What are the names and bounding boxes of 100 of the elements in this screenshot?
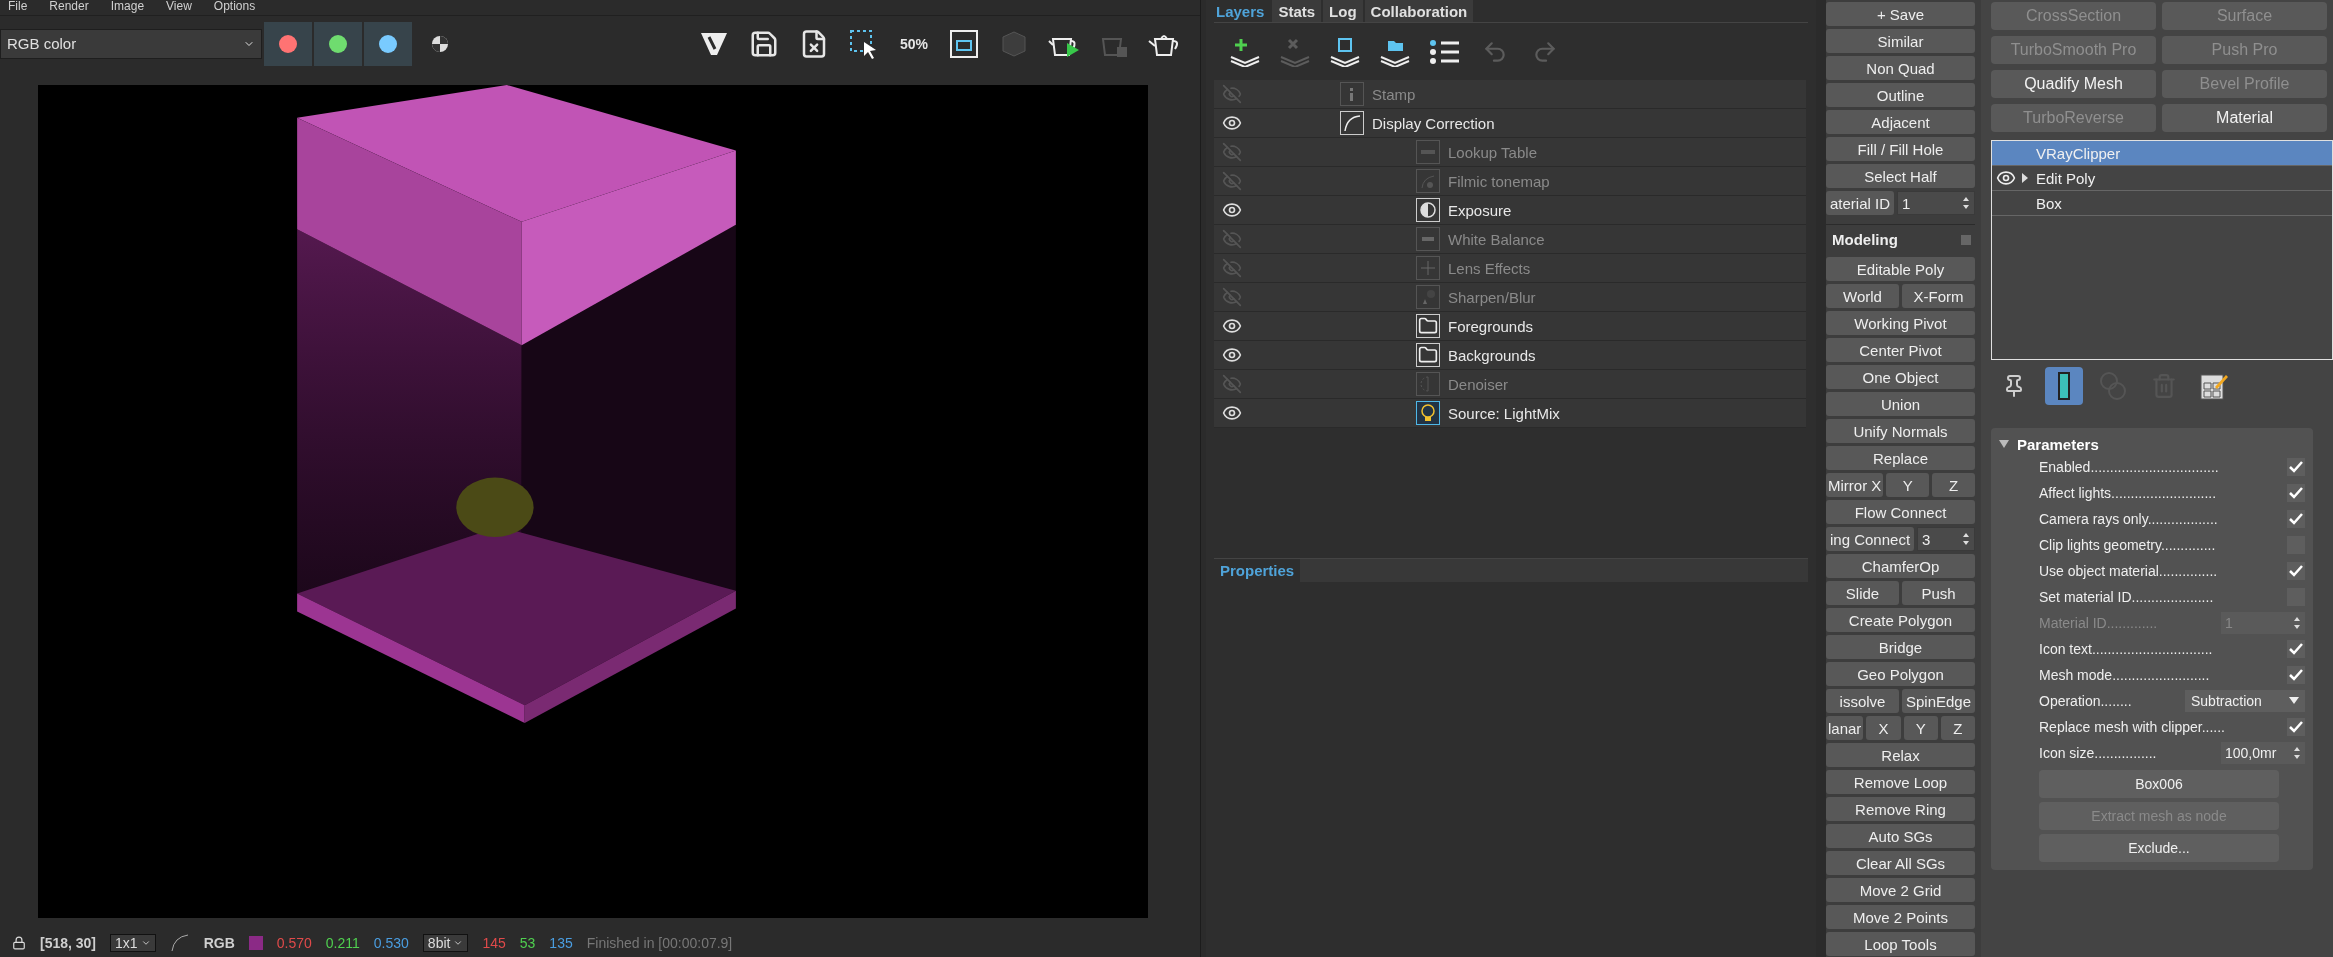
tool-button[interactable]: SpinEdge — [1902, 689, 1975, 713]
modifier-button[interactable]: Quadify Mesh — [1991, 70, 2156, 98]
curve-icon[interactable] — [169, 933, 190, 954]
panel-tab[interactable]: Log — [1323, 0, 1363, 22]
tool-button[interactable]: Create Polygon — [1826, 608, 1975, 632]
tool-button[interactable]: Unify Normals — [1826, 419, 1975, 443]
rollout-title[interactable]: Parameters — [2017, 435, 2099, 453]
channel-dropdown[interactable]: RGB color — [0, 28, 262, 59]
dropdown[interactable]: Subtraction — [2185, 690, 2305, 712]
bit-depth-dropdown[interactable]: 8bit — [422, 934, 469, 953]
number-field[interactable]: 100,0mr — [2221, 742, 2305, 764]
tool-button[interactable]: Adjacent — [1826, 110, 1975, 134]
tool-button[interactable]: Remove Ring — [1826, 797, 1975, 821]
collapse-arrow-icon[interactable] — [1999, 440, 2009, 448]
tool-button[interactable]: Remove Loop — [1826, 770, 1975, 794]
tool-button[interactable]: Center Pivot — [1826, 338, 1975, 362]
checkbox[interactable] — [2287, 718, 2305, 736]
menu-item[interactable]: Options — [213, 0, 256, 12]
tool-button[interactable]: Mirror X — [1826, 473, 1884, 497]
layer-row[interactable]: Source: LightMix — [1214, 399, 1806, 428]
checkbox[interactable] — [2287, 510, 2305, 528]
panel-tab[interactable]: Stats — [1272, 0, 1322, 22]
section-title[interactable]: Modeling — [1832, 231, 1898, 248]
tool-button[interactable]: issolve — [1826, 689, 1899, 713]
grip-icon[interactable] — [1961, 234, 1971, 245]
tool-button[interactable]: Z — [1940, 716, 1975, 740]
channel-button[interactable] — [364, 21, 412, 66]
parameter-button[interactable]: Box006 — [2039, 770, 2279, 798]
tool-button[interactable]: Clear All SGs — [1826, 851, 1975, 875]
menu-item[interactable]: Image — [110, 0, 145, 12]
layer-row[interactable]: Exposure — [1214, 196, 1806, 225]
number-field[interactable]: 3 — [1917, 527, 1975, 551]
modifier-button[interactable]: Material — [2162, 104, 2327, 132]
tool-button[interactable]: ChamferOp — [1826, 554, 1975, 578]
checkbox[interactable] — [2287, 666, 2305, 684]
tool-button[interactable]: Union — [1826, 392, 1975, 416]
tool-button[interactable]: Fill / Fill Hole — [1826, 137, 1975, 161]
tool-button[interactable]: Auto SGs — [1826, 824, 1975, 848]
tool-button[interactable]: Flow Connect — [1826, 500, 1975, 524]
tool-button[interactable]: X — [1866, 716, 1901, 740]
layer-row[interactable]: Foregrounds — [1214, 312, 1806, 341]
checkbox[interactable] — [2287, 458, 2305, 476]
tool-button[interactable]: World — [1826, 284, 1899, 308]
menu-item[interactable]: View — [166, 0, 192, 12]
layer-row[interactable]: Filmic tonemap — [1214, 167, 1806, 196]
checkbox[interactable] — [2287, 640, 2305, 658]
updown-arrows-icon[interactable] — [2293, 616, 2301, 630]
expand-arrow-icon[interactable] — [2022, 173, 2028, 183]
stack-row[interactable]: Edit Poly — [1992, 166, 2332, 191]
stack-row[interactable]: Box — [1992, 191, 2332, 216]
tool-button[interactable]: Relax — [1826, 743, 1975, 767]
lock-icon[interactable] — [12, 936, 26, 951]
tool-button[interactable]: One Object — [1826, 365, 1975, 389]
tool-button[interactable]: Bridge — [1826, 635, 1975, 659]
tool-button[interactable]: Push — [1902, 581, 1975, 605]
menu-item[interactable]: File — [8, 0, 28, 12]
layer-row[interactable]: Backgrounds — [1214, 341, 1806, 370]
tool-button[interactable]: Z — [1932, 473, 1975, 497]
layer-row[interactable]: White Balance — [1214, 225, 1806, 254]
parameter-button[interactable]: Exclude... — [2039, 834, 2279, 862]
updown-arrows-icon[interactable] — [2293, 746, 2301, 760]
panel-tab[interactable]: Collaboration — [1364, 0, 1474, 22]
tool-button[interactable]: Move 2 Points — [1826, 905, 1975, 929]
layer-row[interactable]: Lookup Table — [1214, 138, 1806, 167]
channel-button[interactable] — [264, 21, 312, 66]
eye-icon[interactable] — [1996, 168, 2016, 188]
tool-button[interactable]: Similar — [1826, 29, 1975, 53]
tool-button[interactable]: + Save — [1826, 2, 1975, 26]
tool-button[interactable]: Replace — [1826, 446, 1975, 470]
tool-button[interactable]: Loop Tools — [1826, 932, 1975, 956]
show-end-button[interactable] — [2045, 367, 2083, 405]
stack-row[interactable]: VRayClipper — [1992, 141, 2332, 166]
updown-arrows-icon[interactable] — [1962, 532, 1970, 546]
tool-button[interactable]: X-Form — [1902, 284, 1975, 308]
checkbox[interactable] — [2287, 562, 2305, 580]
tool-button[interactable]: Outline — [1826, 83, 1975, 107]
layer-row[interactable]: Sharpen/Blur — [1214, 283, 1806, 312]
properties-tab[interactable]: Properties — [1214, 559, 1301, 582]
tool-button[interactable]: lanar — [1826, 716, 1864, 740]
zoom-button[interactable]: 50% — [892, 21, 936, 66]
layer-row[interactable]: Display Correction — [1214, 109, 1806, 138]
layer-row[interactable]: Stamp — [1214, 80, 1806, 109]
tool-button[interactable]: Slide — [1826, 581, 1899, 605]
tool-button[interactable]: Select Half — [1826, 164, 1975, 188]
channel-value: 145 — [482, 935, 506, 952]
layer-row[interactable]: Denoiser — [1214, 370, 1806, 399]
tool-button[interactable]: Y — [1886, 473, 1930, 497]
tool-button[interactable]: Non Quad — [1826, 56, 1975, 80]
number-field[interactable]: 1 — [1897, 191, 1975, 215]
sampling-dropdown[interactable]: 1x1 — [110, 934, 156, 953]
tool-button[interactable]: Working Pivot — [1826, 311, 1975, 335]
tool-button[interactable]: Move 2 Grid — [1826, 878, 1975, 902]
channel-button[interactable] — [314, 21, 362, 66]
layer-row[interactable]: Lens Effects — [1214, 254, 1806, 283]
updown-arrows-icon[interactable] — [1962, 196, 1970, 210]
tool-button[interactable]: Editable Poly — [1826, 257, 1975, 281]
tool-button[interactable]: Geo Polygon — [1826, 662, 1975, 686]
checkbox[interactable] — [2287, 484, 2305, 502]
menu-item[interactable]: Render — [49, 0, 89, 12]
tool-button[interactable]: Y — [1903, 716, 1938, 740]
